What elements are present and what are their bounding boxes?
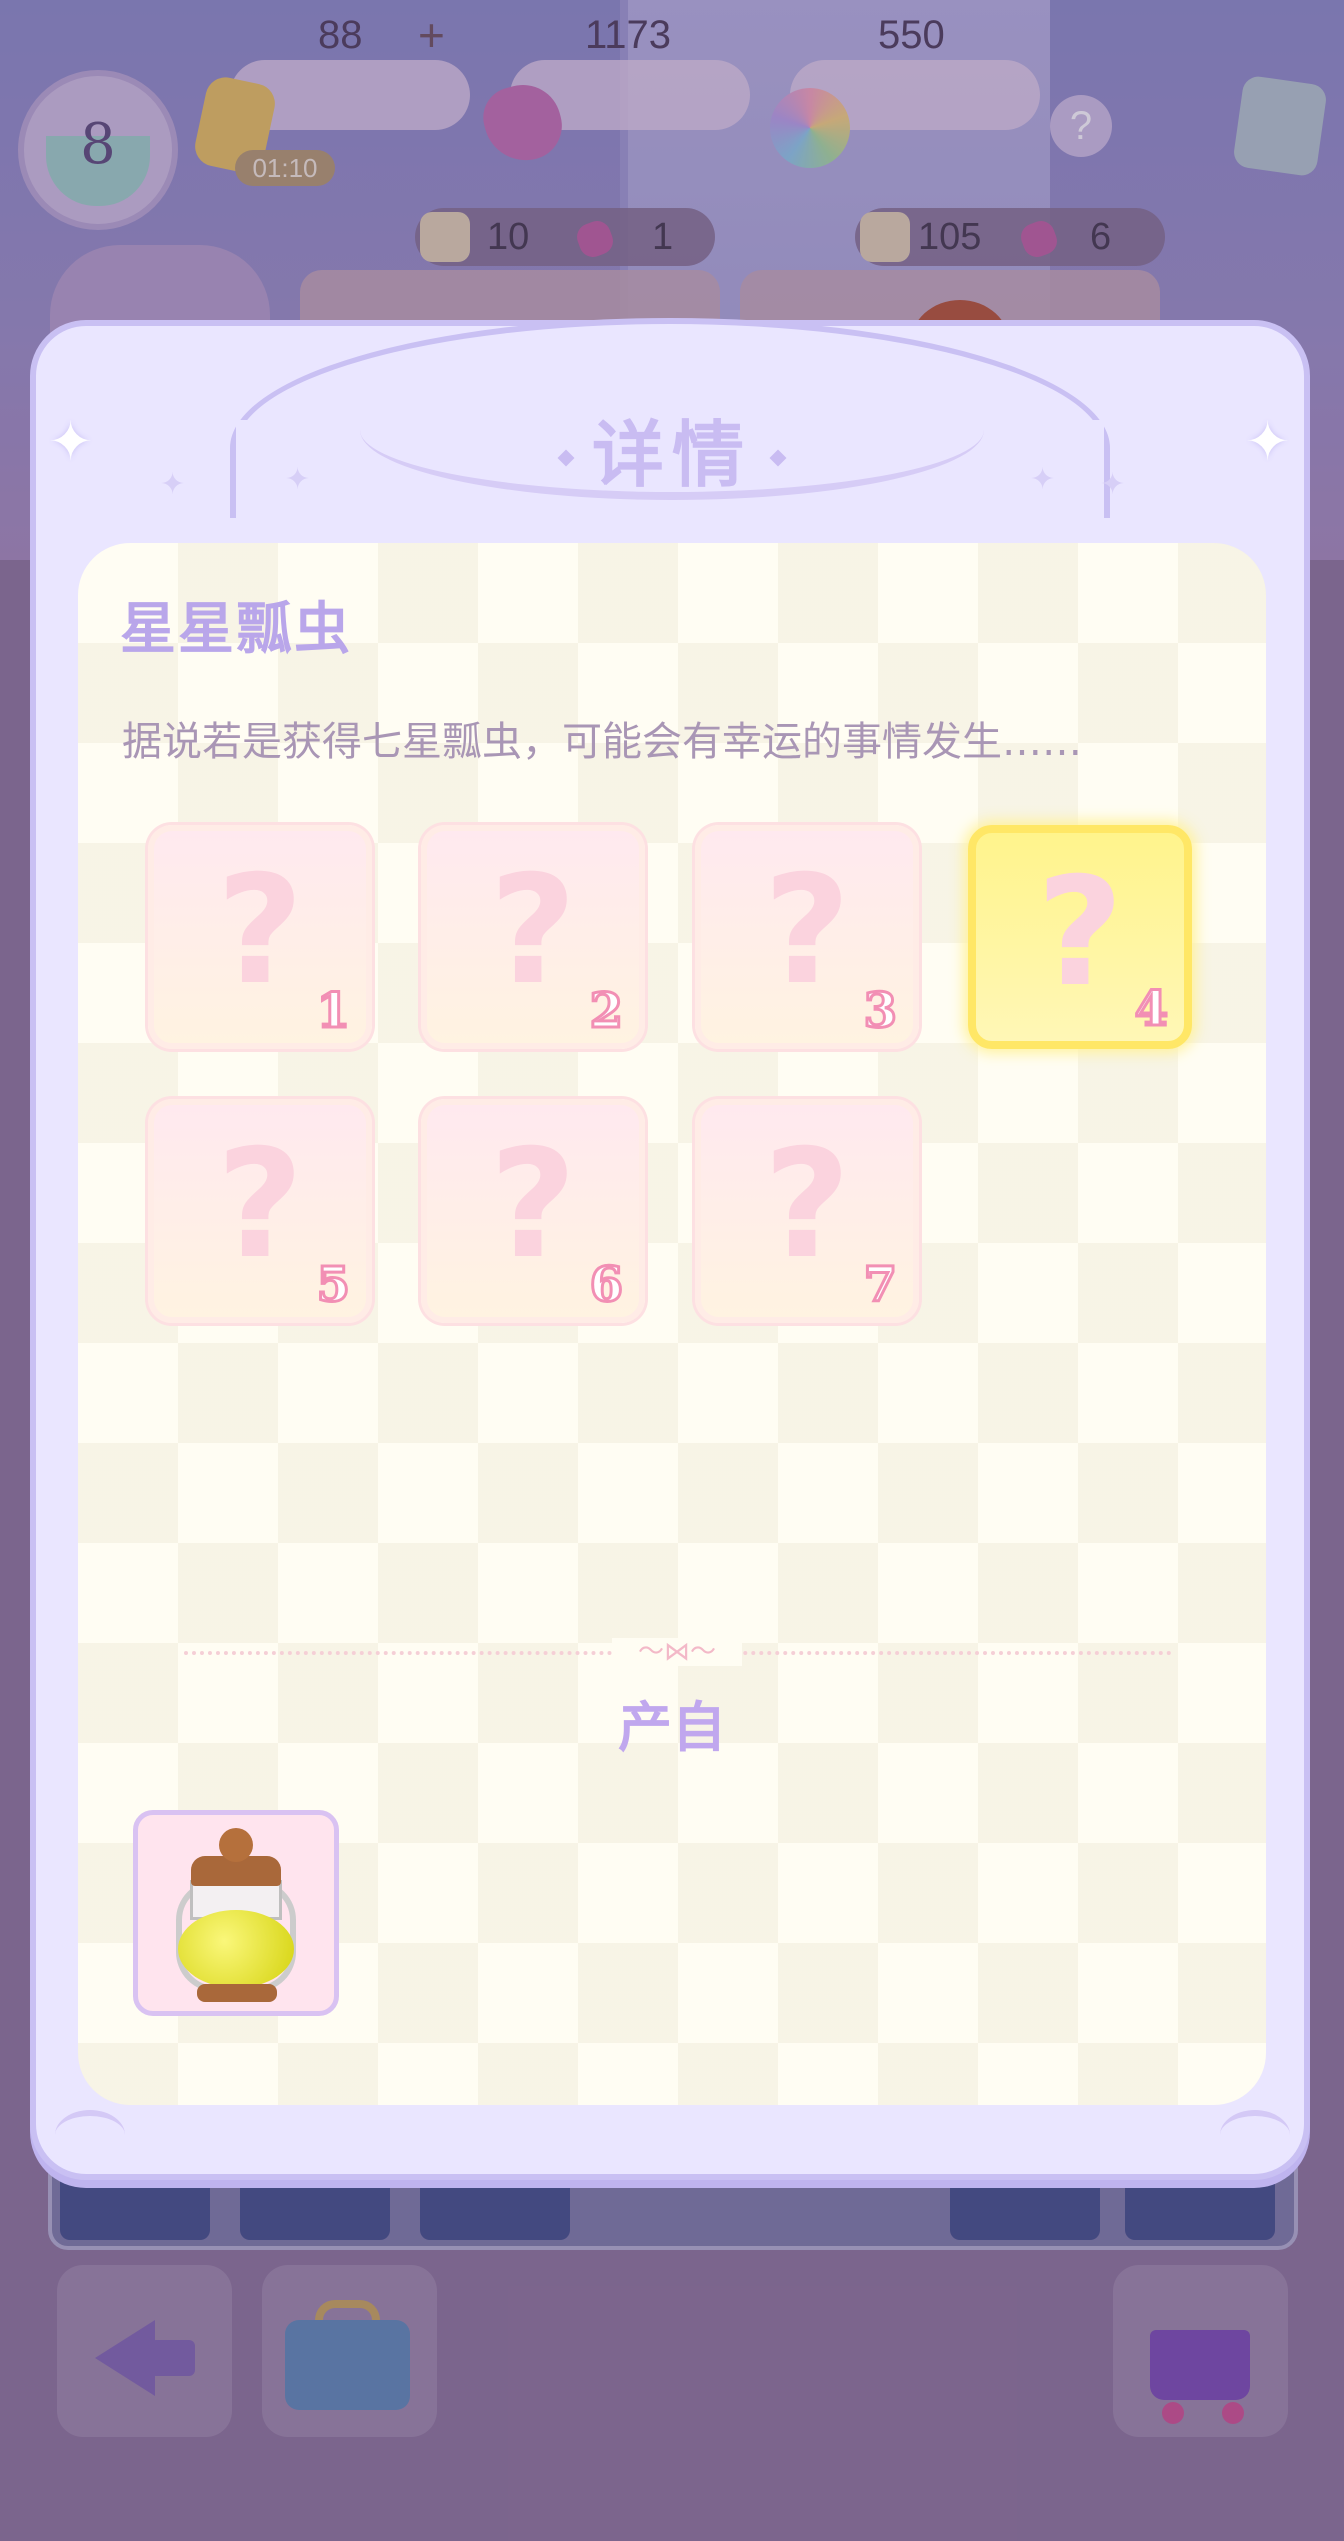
item-name: 星星瓢虫 <box>120 597 352 662</box>
corner-ornament <box>1220 2110 1290 2160</box>
corner-ornament <box>55 2110 125 2160</box>
lantern-icon-cap <box>219 1828 253 1862</box>
star-decoration-icon: ✦ <box>1030 462 1056 497</box>
slot-number: 7 <box>862 1256 898 1315</box>
slot-number: 6 <box>588 1256 624 1315</box>
source-section-title: 产自 <box>618 1696 726 1759</box>
sparkle-icon: ✦ <box>1245 410 1291 473</box>
star-decoration-icon: ✦ <box>160 467 186 502</box>
slot-number: 1 <box>315 982 351 1041</box>
collection-slot-4-highlighted[interactable]: ? 4 <box>968 825 1192 1049</box>
slot-number: 4 <box>1133 980 1169 1039</box>
modal-title: 详情 <box>591 413 752 497</box>
item-description: 据说若是获得七星瓢虫，可能会有幸运的事情发生…… <box>122 719 1082 765</box>
collection-slot-2[interactable]: ? 2 <box>421 825 645 1049</box>
slot-number: 3 <box>862 982 898 1041</box>
collection-slot-7[interactable]: ? 7 <box>695 1099 919 1323</box>
collection-slot-6[interactable]: ? 6 <box>421 1099 645 1323</box>
lantern-icon-base <box>197 1984 277 2002</box>
slot-number: 5 <box>315 1256 351 1315</box>
collection-slot-1[interactable]: ? 1 <box>148 825 372 1049</box>
star-decoration-icon: ✦ <box>1100 467 1126 502</box>
collection-slot-5[interactable]: ? 5 <box>148 1099 372 1323</box>
sparkle-icon: ✦ <box>48 410 94 473</box>
collection-slot-3[interactable]: ? 3 <box>695 825 919 1049</box>
star-decoration-icon: ✦ <box>285 462 311 497</box>
lantern-icon-light <box>178 1910 294 1988</box>
bow-icon: ～⋈～ <box>612 1638 742 1666</box>
slot-number: 2 <box>588 982 624 1041</box>
